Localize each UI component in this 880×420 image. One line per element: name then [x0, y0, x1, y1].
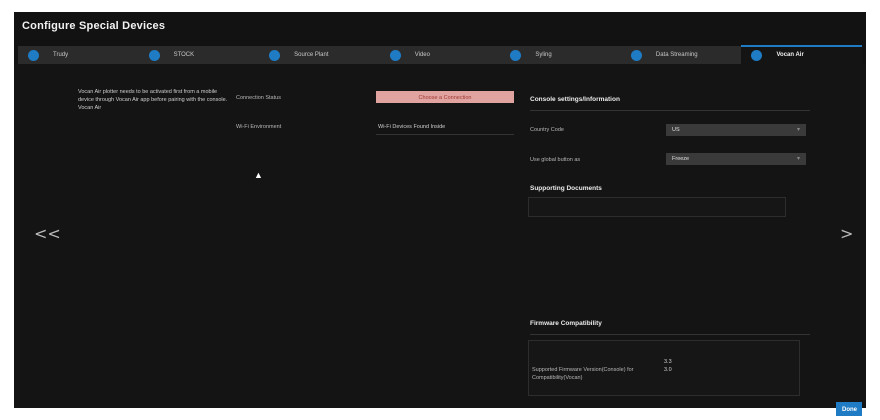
configure-special-devices-dialog: Configure Special Devices Trudy STOCK So… — [14, 12, 866, 408]
choose-connection-button[interactable]: Choose a Connection — [376, 91, 514, 103]
tab-label: Source Plant — [294, 52, 329, 58]
country-code-select[interactable]: US ▾ — [666, 124, 806, 136]
firmware-version-label: Supported Firmware Version(Console) for … — [532, 367, 634, 381]
tab-stock[interactable]: STOCK — [139, 46, 260, 64]
tab-label: Vocan Air — [776, 52, 804, 58]
use-global-button-select[interactable]: Freeze ▾ — [666, 153, 806, 165]
firmware-version: 3.3 — [664, 359, 672, 365]
tab-label: Trudy — [53, 52, 69, 58]
firmware-compatibility-heading: Firmware Compatibility — [530, 320, 602, 327]
firmware-version-list: 3.3 3.0 — [664, 358, 672, 374]
next-arrow-icon[interactable]: > — [840, 224, 853, 243]
tab-bar: Trudy STOCK Source Plant Video Syling Da… — [18, 45, 863, 64]
tab-syling[interactable]: Syling — [500, 46, 621, 64]
supporting-documents-box — [528, 197, 786, 217]
tab-vocan-air[interactable]: Vocan Air — [741, 45, 863, 64]
wifi-environment-label: Wi-Fi Environment — [236, 124, 282, 130]
tab-trudy[interactable]: Trudy — [18, 46, 139, 64]
supporting-documents-heading: Supporting Documents — [530, 185, 602, 192]
chevron-down-icon: ▾ — [796, 127, 800, 133]
wifi-environment-divider — [376, 134, 514, 135]
country-code-value: US — [672, 127, 680, 133]
tab-video[interactable]: Video — [380, 46, 501, 64]
mouse-pointer-icon: ▲ — [254, 170, 263, 180]
use-global-button-value: Freeze — [672, 156, 690, 162]
tab-label: Syling — [535, 52, 552, 58]
firmware-version: 3.0 — [664, 367, 672, 373]
previous-arrow-icon[interactable]: << — [34, 224, 61, 243]
wifi-environment-value: Wi-Fi Devices Found Inside — [378, 124, 446, 130]
tab-status-icon — [269, 49, 281, 61]
description-text: Vocan Air plotter needs to be activated … — [78, 89, 228, 103]
use-global-button-label: Use global button as — [530, 157, 581, 163]
activation-description: Vocan Air plotter needs to be activated … — [78, 88, 228, 112]
console-settings-heading: Console settings/Information — [530, 96, 620, 103]
tab-status-icon — [510, 49, 522, 61]
tab-data-streaming[interactable]: Data Streaming — [621, 46, 742, 64]
firmware-divider — [530, 334, 810, 335]
dialog-title: Configure Special Devices — [22, 20, 166, 32]
chevron-down-icon: ▾ — [796, 156, 800, 162]
tab-status-icon — [630, 49, 642, 61]
device-name: Vocan Air — [78, 105, 102, 111]
connection-status-label: Connection Status — [236, 95, 281, 101]
tab-label: Data Streaming — [655, 52, 698, 58]
tab-status-icon — [751, 49, 763, 61]
tab-status-icon — [389, 49, 401, 61]
country-code-label: Country Code — [530, 127, 564, 133]
tab-label: STOCK — [173, 52, 195, 58]
console-settings-divider — [530, 110, 810, 111]
tab-source-plant[interactable]: Source Plant — [259, 46, 380, 64]
tab-content: << > Vocan Air plotter needs to be activ… — [14, 64, 866, 408]
tab-label: Video — [414, 52, 430, 58]
tab-status-icon — [28, 49, 39, 61]
done-button[interactable]: Done — [836, 402, 862, 416]
tab-status-icon — [148, 49, 160, 61]
